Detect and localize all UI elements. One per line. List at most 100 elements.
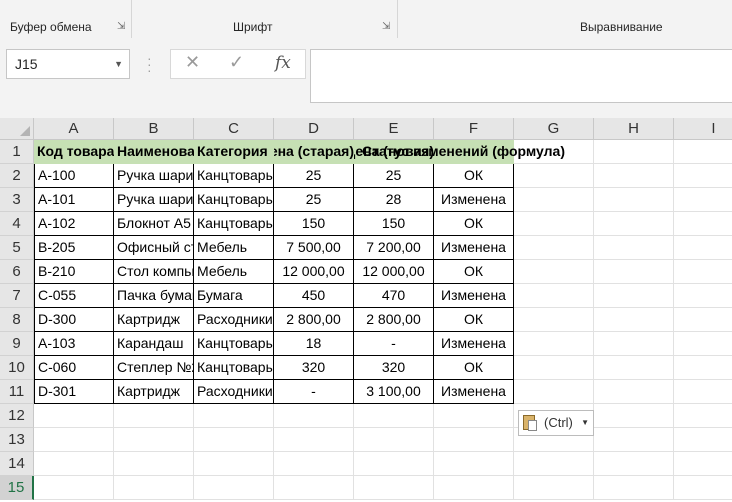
table-cell[interactable]: ОК	[434, 164, 514, 188]
check-icon[interactable]: ✓	[229, 52, 244, 73]
name-box[interactable]: J15 ▼	[6, 49, 130, 79]
table-cell[interactable]: Ручка шариковая	[114, 164, 194, 188]
row-header-10[interactable]: 10	[0, 356, 34, 380]
table-cell[interactable]: 28	[354, 188, 434, 212]
table-cell[interactable]: Карандаш	[114, 332, 194, 356]
column-header-a[interactable]: A	[34, 118, 114, 140]
row-header-4[interactable]: 4	[0, 212, 34, 236]
table-cell[interactable]: 150	[354, 212, 434, 236]
table-cell[interactable]: Бумага	[194, 284, 274, 308]
formula-input[interactable]	[310, 49, 732, 103]
header-cell[interactable]: Категория	[194, 140, 274, 164]
drag-handle-icon[interactable]: · · ·	[147, 51, 153, 77]
table-cell[interactable]: -	[354, 332, 434, 356]
table-cell[interactable]: Расходники	[194, 308, 274, 332]
table-cell[interactable]: 25	[274, 164, 354, 188]
table-cell[interactable]: C-060	[34, 356, 114, 380]
table-cell[interactable]: Расходники	[194, 380, 274, 404]
table-cell[interactable]: 150	[274, 212, 354, 236]
table-cell[interactable]: Канцтовары	[194, 188, 274, 212]
header-cell[interactable]: Цена (старая)	[274, 140, 354, 164]
fx-icon[interactable]: fx	[275, 53, 291, 73]
font-launcher-icon[interactable]: ⇲	[382, 21, 390, 32]
table-cell[interactable]: ОК	[434, 356, 514, 380]
table-cell[interactable]: A-100	[34, 164, 114, 188]
row-header-8[interactable]: 8	[0, 308, 34, 332]
column-header-f[interactable]: F	[434, 118, 514, 140]
table-cell[interactable]: Мебель	[194, 260, 274, 284]
table-cell[interactable]: 25	[354, 164, 434, 188]
table-cell[interactable]: Мебель	[194, 236, 274, 260]
select-all-button[interactable]	[0, 118, 34, 140]
column-header-h[interactable]: H	[594, 118, 674, 140]
row-header-14[interactable]: 14	[0, 452, 34, 476]
table-cell[interactable]: Стол компьютерный	[114, 260, 194, 284]
column-header-c[interactable]: C	[194, 118, 274, 140]
table-cell[interactable]: A-101	[34, 188, 114, 212]
table-cell[interactable]: Пачка бумаги	[114, 284, 194, 308]
paste-options-button[interactable]: (Ctrl) ▼	[518, 410, 594, 436]
column-header-g[interactable]: G	[514, 118, 594, 140]
table-cell[interactable]: Картридж	[114, 308, 194, 332]
table-cell[interactable]: 2 800,00	[354, 308, 434, 332]
table-cell[interactable]: 18	[274, 332, 354, 356]
column-header-d[interactable]: D	[274, 118, 354, 140]
row-header-11[interactable]: 11	[0, 380, 34, 404]
table-cell[interactable]: ОК	[434, 212, 514, 236]
row-header-9[interactable]: 9	[0, 332, 34, 356]
table-cell[interactable]: 25	[274, 188, 354, 212]
table-cell[interactable]: D-300	[34, 308, 114, 332]
row-header-5[interactable]: 5	[0, 236, 34, 260]
table-cell[interactable]: A-102	[34, 212, 114, 236]
column-header-b[interactable]: B	[114, 118, 194, 140]
row-header-2[interactable]: 2	[0, 164, 34, 188]
table-cell[interactable]: 450	[274, 284, 354, 308]
table-cell[interactable]: B-205	[34, 236, 114, 260]
table-cell[interactable]: Изменена	[434, 332, 514, 356]
table-cell[interactable]: 12 000,00	[354, 260, 434, 284]
row-header-12[interactable]: 12	[0, 404, 34, 428]
table-cell[interactable]: Канцтовары	[194, 332, 274, 356]
table-cell[interactable]: Офисный стул	[114, 236, 194, 260]
column-header-e[interactable]: E	[354, 118, 434, 140]
header-cell[interactable]: Статус изменений (формула)	[362, 140, 565, 164]
column-header-i[interactable]: I	[674, 118, 732, 140]
table-cell[interactable]: Канцтовары	[194, 212, 274, 236]
worksheet[interactable]: A B C D E F G H I 1 2 3 4 5 6 7 8 9 10 11 12 13 14 15 Код товара…	[0, 118, 732, 502]
table-cell[interactable]: Степлер №24	[114, 356, 194, 380]
clipboard-launcher-icon[interactable]: ⇲	[117, 21, 125, 32]
header-cell[interactable]: Код товара	[34, 140, 114, 164]
table-cell[interactable]: Изменена	[434, 188, 514, 212]
table-cell[interactable]: B-210	[34, 260, 114, 284]
table-cell[interactable]: -	[274, 380, 354, 404]
table-cell[interactable]: 2 800,00	[274, 308, 354, 332]
table-cell[interactable]: Изменена	[434, 380, 514, 404]
row-header-1[interactable]: 1	[0, 140, 34, 164]
header-cell[interactable]: Наименование товара	[114, 140, 194, 164]
table-cell[interactable]: Изменена	[434, 236, 514, 260]
chevron-down-icon[interactable]: ▼	[114, 50, 123, 78]
table-cell[interactable]: Блокнот А5	[114, 212, 194, 236]
table-cell[interactable]: 470	[354, 284, 434, 308]
table-cell[interactable]: ОК	[434, 308, 514, 332]
table-cell[interactable]: Ручка шариковая	[114, 188, 194, 212]
table-cell[interactable]: D-301	[34, 380, 114, 404]
row-header-13[interactable]: 13	[0, 428, 34, 452]
row-header-15[interactable]: 15	[0, 476, 34, 500]
table-cell[interactable]: C-055	[34, 284, 114, 308]
table-cell[interactable]: Картридж	[114, 380, 194, 404]
table-cell[interactable]: Канцтовары	[194, 164, 274, 188]
table-cell[interactable]: ОК	[434, 260, 514, 284]
table-cell[interactable]: 12 000,00	[274, 260, 354, 284]
table-cell[interactable]: A-103	[34, 332, 114, 356]
row-header-6[interactable]: 6	[0, 260, 34, 284]
table-cell[interactable]: 320	[274, 356, 354, 380]
row-header-3[interactable]: 3	[0, 188, 34, 212]
table-cell[interactable]: Канцтовары	[194, 356, 274, 380]
row-header-7[interactable]: 7	[0, 284, 34, 308]
table-cell[interactable]: 320	[354, 356, 434, 380]
close-icon[interactable]: ✕	[185, 52, 200, 73]
table-cell[interactable]: 7 200,00	[354, 236, 434, 260]
table-cell[interactable]: 3 100,00	[354, 380, 434, 404]
table-cell[interactable]: 7 500,00	[274, 236, 354, 260]
